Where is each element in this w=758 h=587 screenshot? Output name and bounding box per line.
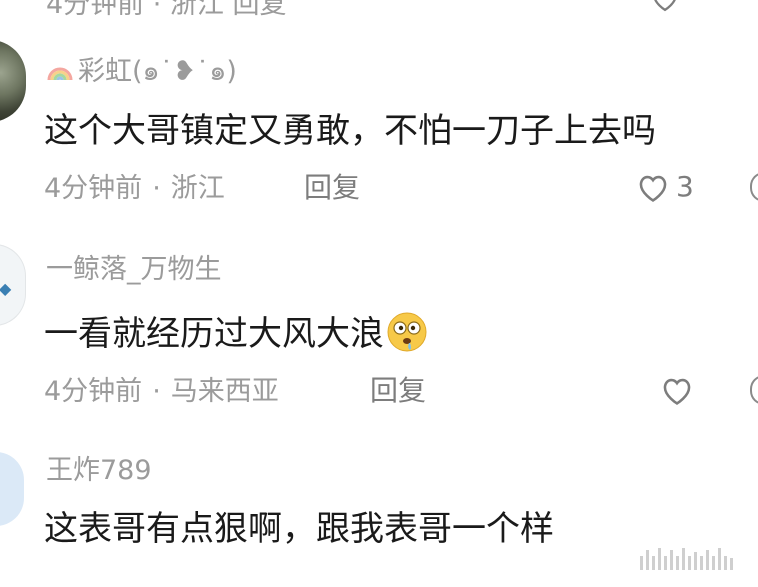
like-button[interactable] (660, 374, 694, 406)
previous-comment-meta: 4分钟前 · 浙江 回复 (46, 0, 287, 20)
comment-username[interactable]: 一鲸落_万物生 (46, 256, 222, 283)
comment-location: 浙江 (170, 173, 225, 204)
reply-button[interactable]: 回复 (370, 377, 426, 405)
heart-icon (639, 175, 667, 202)
avatar[interactable] (0, 452, 24, 526)
more-icon[interactable] (750, 172, 758, 202)
heart-icon (663, 378, 691, 405)
comment-location: 马来西亚 (170, 376, 279, 407)
previous-like-button[interactable] (650, 0, 680, 16)
comment-username[interactable]: 王炸789 (46, 457, 152, 484)
watermark-bars (640, 548, 733, 570)
comment-text: 这表哥有点狠啊，跟我表哥一个样 (44, 509, 554, 549)
meta-separator: · (152, 376, 161, 407)
comment-text-content: 一看就经历过大风大浪 (44, 314, 384, 354)
like-button[interactable]: 3 (636, 171, 694, 203)
comment-meta: 4分钟前 · 浙江 (44, 175, 225, 202)
whale-icon: ◆ (0, 279, 12, 298)
rainbow-icon (47, 67, 73, 81)
avatar[interactable]: ◆ (0, 244, 26, 326)
comment-text: 这个大哥镇定又勇敢，不怕一刀子上去吗 (44, 111, 656, 151)
like-count: 3 (676, 170, 694, 203)
username-text: 彩虹(๑˙❥˙๑) (78, 56, 237, 87)
comment-time: 4分钟前 (44, 173, 143, 204)
avatar[interactable] (0, 40, 26, 122)
comment-username[interactable]: 彩虹(๑˙❥˙๑) (46, 56, 237, 85)
heart-icon (654, 0, 676, 12)
meta-separator: · (152, 173, 161, 204)
comment-meta: 4分钟前 · 马来西亚 (44, 378, 279, 405)
comment-text: 一看就经历过大风大浪 (44, 311, 428, 353)
reply-button[interactable]: 回复 (304, 174, 360, 202)
comment-time: 4分钟前 (44, 376, 143, 407)
drooling-emoji-icon (387, 312, 427, 352)
more-icon[interactable] (750, 375, 758, 405)
